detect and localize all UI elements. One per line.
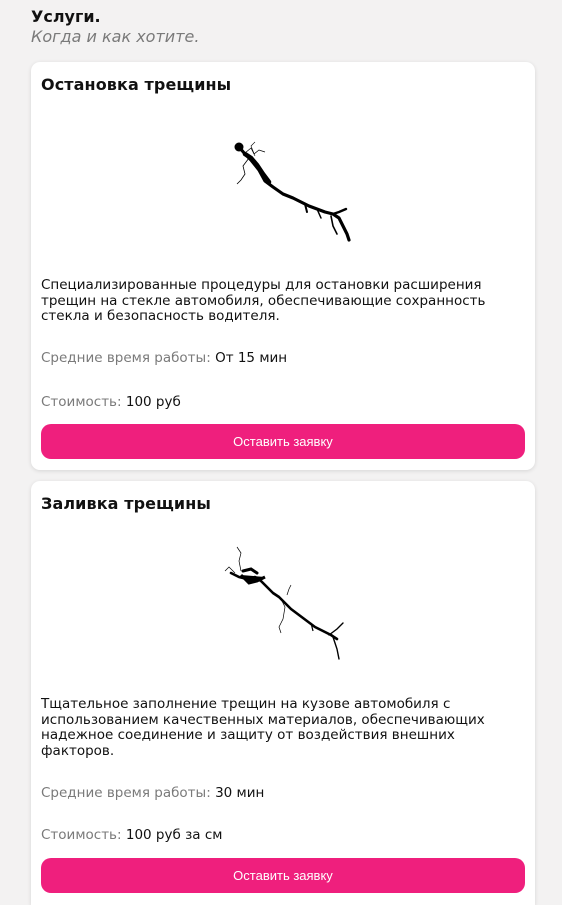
work-time-label: Средние время работы: (41, 350, 211, 366)
order-button[interactable]: Оставить заявку (41, 858, 525, 893)
service-card-crack-fill: Заливка трещины Тщательное заполнение тр… (31, 481, 535, 905)
service-card-crack-stop: Остановка трещины Специализированные про… (31, 62, 535, 470)
work-time-row: Средние время работы: От 15 мин (41, 350, 287, 366)
work-time-row: Средние время работы: 30 мин (41, 785, 264, 801)
work-time-value: 30 мин (215, 785, 265, 801)
page-header: Услуги. Когда и как хотите. (31, 7, 199, 47)
price-label: Стоимость: (41, 394, 122, 410)
crack-image (234, 141, 351, 242)
crack-image (224, 546, 344, 660)
service-title: Остановка трещины (41, 75, 232, 94)
work-time-value: От 15 мин (215, 350, 288, 366)
page-subtitle: Когда и как хотите. (31, 27, 200, 46)
price-row: Стоимость: 100 руб (41, 394, 181, 410)
service-description: Специализированные процедуры для останов… (41, 277, 486, 324)
page-title: Услуги. (31, 7, 101, 26)
price-value: 100 руб (125, 394, 181, 410)
work-time-label: Средние время работы: (41, 785, 211, 801)
service-title: Заливка трещины (41, 494, 211, 513)
price-label: Стоимость: (41, 827, 122, 843)
price-row: Стоимость: 100 руб за см (41, 827, 222, 843)
service-description: Тщательное заполнение трещин на кузове а… (41, 696, 485, 759)
price-value: 100 руб за см (125, 827, 223, 843)
order-button[interactable]: Оставить заявку (41, 424, 525, 459)
